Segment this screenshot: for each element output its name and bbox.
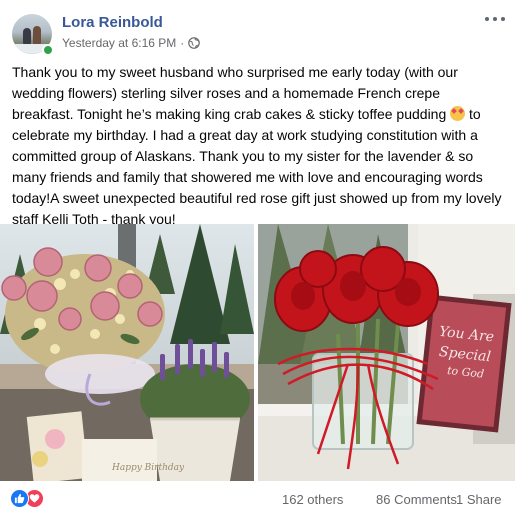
globe-icon[interactable] <box>188 37 201 49</box>
avatar[interactable] <box>12 14 54 56</box>
post-footer: 162 others 86 Comments 1 Share <box>10 487 505 511</box>
post-text: Thank you to my sweet husband who surpri… <box>12 62 502 230</box>
avatar-figure <box>23 28 31 44</box>
photo-pink-roses-image[interactable]: Happy Birthday <box>0 224 254 481</box>
photo-red-roses-image[interactable]: You Are Special to God <box>258 224 515 481</box>
post-meta: Yesterday at 6:16 PM · <box>62 36 201 50</box>
online-status-dot <box>42 44 54 56</box>
photo-red-roses-vase[interactable]: You Are Special to God <box>258 224 515 481</box>
photo-grid: Happy Birthday You Are Special to God <box>0 224 515 481</box>
post-text-part1: Thank you to my sweet husband who surpri… <box>12 64 458 122</box>
more-options-icon[interactable] <box>485 12 505 26</box>
card-text: Happy Birthday <box>111 463 185 473</box>
meta-separator: · <box>180 36 185 50</box>
reaction-icons[interactable] <box>10 489 50 509</box>
avatar-figure <box>33 26 41 44</box>
dot <box>493 17 497 21</box>
reactions-count[interactable]: 162 others <box>282 492 343 507</box>
author-name[interactable]: Lora Reinbold <box>62 14 163 31</box>
shares-count[interactable]: 1 Share <box>456 492 502 507</box>
facebook-post: Lora Reinbold Yesterday at 6:16 PM · Tha… <box>0 0 515 520</box>
like-icon[interactable] <box>10 489 29 508</box>
post-text-part2: to celebrate my birthday. I had a great … <box>12 106 502 227</box>
smiling-face-with-hearts-icon <box>450 106 466 121</box>
post-timestamp[interactable]: Yesterday at 6:16 PM <box>62 36 176 50</box>
photo-pink-roses-lavender[interactable]: Happy Birthday <box>0 224 254 481</box>
comments-count[interactable]: 86 Comments <box>376 492 457 507</box>
dot <box>485 17 489 21</box>
post-header: Lora Reinbold Yesterday at 6:16 PM · <box>10 10 505 58</box>
dot <box>501 17 505 21</box>
